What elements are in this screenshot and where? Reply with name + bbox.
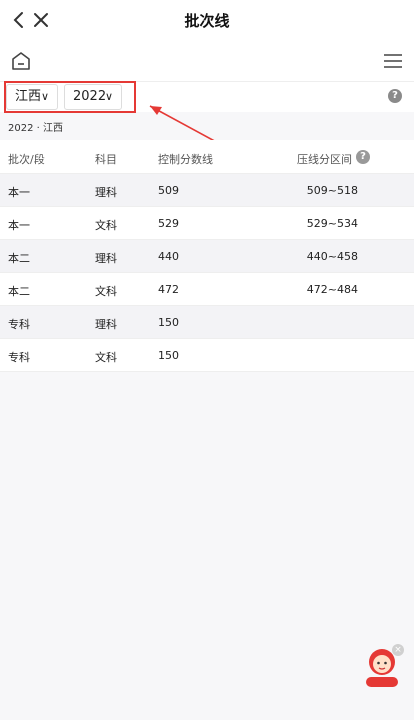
- score-cell: 472: [158, 283, 179, 296]
- range-cell: 472~484: [306, 283, 358, 296]
- table-row: 专科 文科 150: [0, 339, 414, 372]
- subject-cell: 理科: [95, 252, 117, 265]
- batch-cell: 本二: [8, 285, 30, 298]
- table-row: 专科 理科 150: [0, 306, 414, 339]
- batch-cell: 本二: [8, 252, 30, 265]
- score-cell: 150: [158, 349, 179, 362]
- nav-row: [0, 40, 414, 82]
- range-cell: 509~518: [306, 184, 358, 197]
- close-icon[interactable]: ×: [392, 644, 404, 656]
- subject-cell: 理科: [95, 186, 117, 199]
- subject-cell: 理科: [95, 318, 117, 331]
- question-icon[interactable]: ?: [388, 89, 402, 103]
- batch-cell: 本一: [8, 219, 30, 232]
- annotation-highlight-box: [4, 81, 136, 113]
- question-icon[interactable]: ?: [356, 150, 370, 164]
- score-cell: 440: [158, 250, 179, 263]
- score-cell: 509: [158, 184, 179, 197]
- empty-area: [0, 376, 414, 720]
- context-subtitle: 2022 · 江西: [8, 123, 63, 134]
- page-title: 批次线: [184, 12, 230, 30]
- subject-cell: 文科: [95, 285, 117, 298]
- table-row: 本二 文科 472 472~484: [0, 273, 414, 306]
- range-cell: 529~534: [306, 217, 358, 230]
- table-row: 本一 理科 509 509~518: [0, 174, 414, 207]
- batch-cell: 专科: [8, 318, 30, 331]
- header-range: 压线分区间: [297, 153, 352, 166]
- header-score: 控制分数线: [158, 153, 213, 166]
- subject-cell: 文科: [95, 351, 117, 364]
- batch-line-table: 批次/段 科目 控制分数线 压线分区间 ? 本一 理科 509 509~518 本一 文科…: [0, 140, 414, 372]
- header-subject: 科目: [95, 153, 117, 166]
- batch-cell: 专科: [8, 351, 30, 364]
- table-row: 本二 理科 440 440~458: [0, 240, 414, 273]
- score-cell: 529: [158, 217, 179, 230]
- score-cell: 150: [158, 316, 179, 329]
- batch-cell: 本一: [8, 186, 30, 199]
- table-row: 本一 文科 529 529~534: [0, 207, 414, 240]
- header-batch: 批次/段: [8, 153, 45, 166]
- home-icon[interactable]: [10, 50, 32, 72]
- subject-cell: 文科: [95, 219, 117, 232]
- table-header: 批次/段 科目 控制分数线 压线分区间 ?: [0, 140, 414, 174]
- hamburger-menu-icon[interactable]: [382, 50, 404, 72]
- range-cell: 440~458: [306, 250, 358, 263]
- top-bar: 批次线: [0, 0, 414, 40]
